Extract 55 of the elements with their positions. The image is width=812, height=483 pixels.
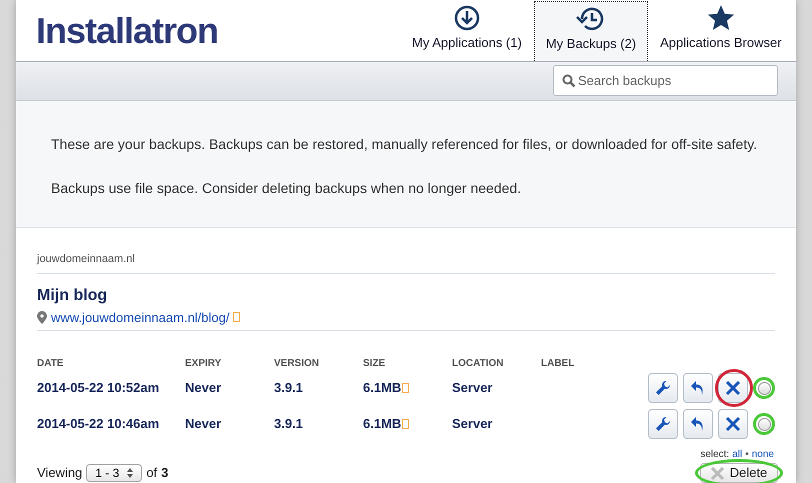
close-icon [710,466,724,480]
restore-button[interactable] [683,409,713,439]
external-link-icon [233,312,240,322]
of-label: of [146,464,158,482]
info-text: Backups use file space. Consider deleting backups when no longer needed. [51,178,522,198]
settings-button[interactable] [648,409,678,439]
info-text: These are your backups. Backups can be restored, manually referenced for files, or downloaded for off-site safety. [51,134,758,154]
tab[interactable]: My Applications (1) [400,0,534,61]
search-icon [562,74,576,88]
checkbox[interactable] [758,382,770,394]
settings-button[interactable] [648,373,678,403]
table-cell-text: Never [185,379,222,398]
table-cell-text: 3.9.1 [274,415,303,434]
domain-label: jouwdomeinnaam.nl [37,252,135,264]
checkbox[interactable] [758,418,770,430]
column-header: LABEL [541,358,574,369]
restore-button[interactable] [683,373,713,403]
history-icon [576,6,606,32]
select-none-link[interactable]: none [752,447,774,462]
location-pin-icon [37,310,47,324]
total-count: 3 [161,464,168,482]
file-icon [402,383,410,393]
file-icon [402,419,410,429]
select-label: select: [700,448,730,462]
table-cell-text: 3.9.1 [274,379,303,398]
tab[interactable]: My Backups (2) [534,0,648,61]
tab[interactable]: Applications Browser [648,0,794,61]
table-cell-text: 2014-05-22 10:52am [37,379,160,398]
close-icon [725,380,741,396]
table-cell-text: Server [452,415,492,434]
table-cell-text: 2014-05-22 10:46am [37,415,160,434]
table-cell-text: 6.1MB [363,415,402,434]
separator: • [745,448,749,462]
table-cell-text: Never [185,415,222,434]
star-icon [706,4,735,32]
column-header: LOCATION [452,358,504,369]
logo: Installatron [36,10,218,51]
range-select[interactable]: 1 - 3 [86,464,142,482]
table-cell-text: 6.1MB [363,379,402,398]
app-url-link[interactable]: www.jouwdomeinnaam.nl/blog/ [51,308,230,327]
app-title: Mijn blog [37,286,108,304]
column-header: SIZE [363,358,386,369]
close-icon [725,416,741,432]
wrench-icon [655,416,671,432]
stepper-icon [127,468,134,478]
search-field[interactable]: Search backups [553,65,778,96]
select-all-link[interactable]: all [732,447,742,462]
download-icon [454,5,480,32]
table-cell-text: Server [452,379,492,398]
viewing-label: Viewing [37,464,82,482]
column-header: EXPIRY [185,358,222,369]
column-header: VERSION [274,358,320,369]
delete-button[interactable] [718,409,748,439]
column-header: DATE [37,358,64,369]
wrench-icon [655,380,671,396]
